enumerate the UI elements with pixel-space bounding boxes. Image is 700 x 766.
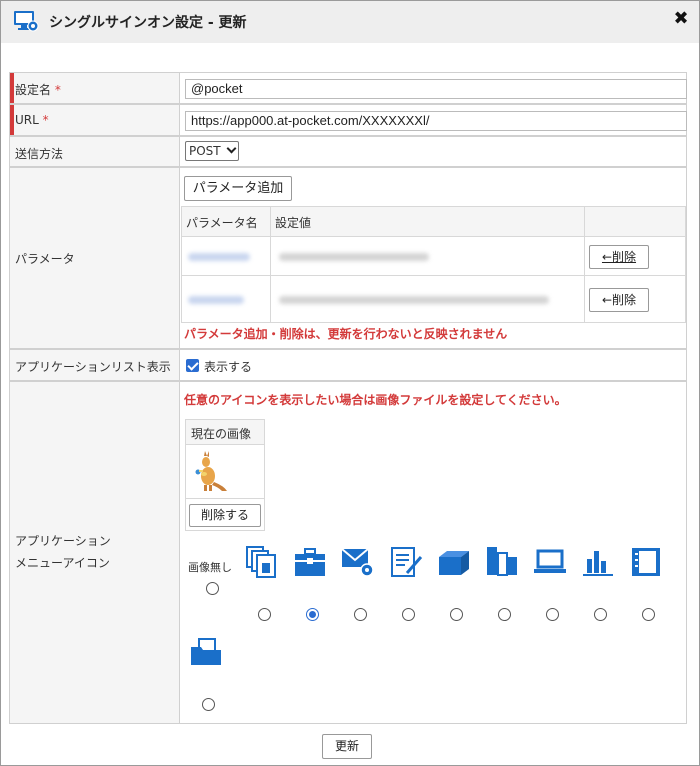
radio-icon-6[interactable] [498,608,511,621]
radio-icon-7[interactable] [546,608,559,621]
bar-chart-icon [583,551,613,576]
form-row-name: 設定名 * @pocket [9,72,687,104]
required-mark: * [54,83,61,97]
documents-icon [246,546,276,578]
add-parameter-button[interactable]: パラメータ追加 [184,176,292,201]
menu-icon-instruction: 任意のアイコンを表示したい場合は画像ファイルを設定してください。 [184,393,567,407]
url-input[interactable]: https://app000.at-pocket.com/XXXXXXXl/ [185,111,687,131]
param-value-blurred [279,296,549,304]
delete-image-button[interactable]: 削除する [189,504,261,527]
name-input[interactable]: @pocket [185,79,687,99]
document-edit-icon [391,547,423,577]
form-row-params: パラメータ パラメータ追加 パラメータ名 設定値 ←削除 ←削除 パラメータ追加… [9,167,687,349]
menu-icon-label-line1: アプリケーション [15,534,111,548]
mail-settings-icon [341,548,374,577]
radio-icon-5[interactable] [450,608,463,621]
box-icon [439,551,469,575]
url-label-cell: URL * [10,105,180,135]
form-row-app-list: アプリケーションリスト表示 表示する [9,349,687,381]
param-name-blurred [188,296,244,304]
current-image-box: 現在の画像 削除する [185,419,265,531]
url-label: URL [15,113,39,127]
param-value-blurred [279,253,429,261]
name-label: 設定名 [15,83,52,97]
app-list-label: アプリケーションリスト表示 [15,360,171,374]
radio-icon-4[interactable] [402,608,415,621]
param-name-header: パラメータ名 [186,216,258,230]
laptop-icon [534,549,566,573]
method-select[interactable]: POST [185,141,239,161]
name-label-cell: 設定名 * [10,73,180,103]
dialog-title: シングルサインオン設定 - 更新 [49,15,247,31]
radio-no-image[interactable] [206,582,219,595]
table-row [181,236,271,276]
table-row [181,275,271,323]
update-button[interactable]: 更新 [322,734,372,759]
radio-icon-1[interactable] [258,608,271,621]
toolbox-icon [295,548,325,576]
required-indicator [10,73,14,103]
app-list-checkbox[interactable] [186,359,199,372]
notebook-icon [632,548,660,576]
method-label: 送信方法 [15,147,64,161]
kangaroo-icon [195,451,227,491]
chevron-down-icon [226,143,237,154]
delete-parameter-button[interactable]: ←削除 [589,245,649,269]
monitor-settings-icon [14,11,39,32]
form-row-menu-icon: アプリケーション メニューアイコン 任意のアイコンを表示したい場合は画像ファイル… [9,381,687,724]
form-row-method: 送信方法 POST [9,136,687,167]
required-indicator [10,105,14,135]
folder-icon [191,638,221,665]
menu-icon-label-line2: メニューアイコン [15,556,110,570]
radio-icon-3[interactable] [354,608,367,621]
radio-icon-10[interactable] [202,698,215,711]
close-icon[interactable]: ✖ [671,9,691,29]
current-image-header: 現在の画像 [191,427,252,441]
param-name-blurred [188,253,250,261]
binders-icon [487,547,517,576]
radio-icon-9[interactable] [642,608,655,621]
delete-parameter-button[interactable]: ←削除 [589,288,649,312]
params-warning: パラメータ追加・削除は、更新を行わないと反映されません [184,327,508,341]
radio-icon-2[interactable] [306,608,319,621]
required-mark: * [42,113,49,127]
app-list-checkbox-label: 表示する [204,360,253,374]
method-selected: POST [189,144,221,158]
title-bar: シングルサインオン設定 - 更新 ✖ [1,1,699,43]
sso-settings-dialog: シングルサインオン設定 - 更新 ✖ 設定名 * @pocket URL * h… [0,0,700,766]
param-value-header: 設定値 [275,216,312,230]
params-label: パラメータ [15,252,75,266]
radio-icon-8[interactable] [594,608,607,621]
no-image-label: 画像無し [188,561,232,574]
form-row-url: URL * https://app000.at-pocket.com/XXXXX… [9,104,687,136]
